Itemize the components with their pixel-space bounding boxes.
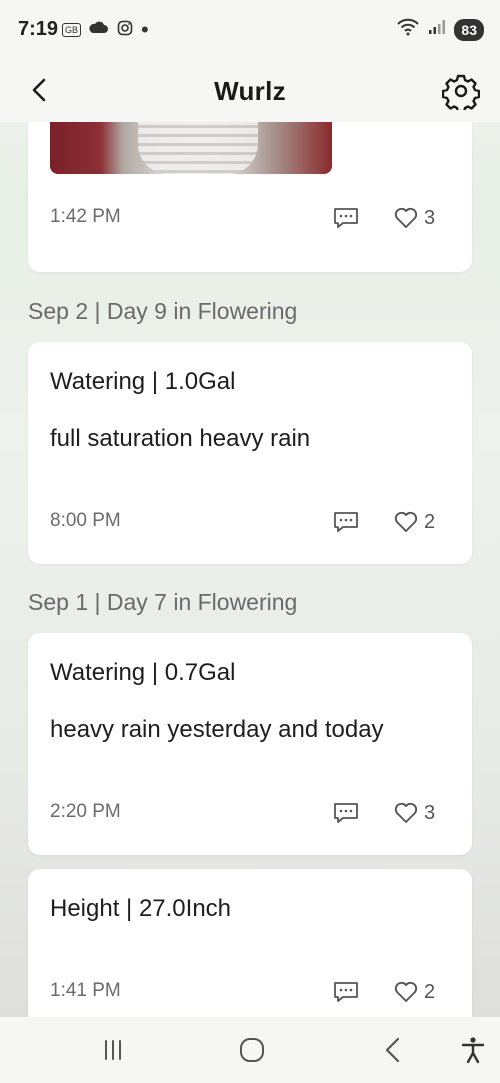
comment-icon [334, 208, 358, 228]
entry-time: 1:42 PM [50, 206, 121, 227]
page-title: Wurlz [214, 76, 286, 106]
nav-back-button[interactable] [378, 1035, 408, 1065]
comment-button[interactable] [333, 207, 359, 229]
heart-icon [394, 511, 418, 532]
like-button[interactable]: 2 [394, 980, 435, 1004]
signal-icon [428, 19, 446, 40]
accessibility-button[interactable] [458, 1035, 488, 1065]
comment-button[interactable] [333, 981, 359, 1003]
entry-note: heavy rain yesterday and today [50, 716, 384, 743]
entry-time: 2:20 PM [50, 801, 121, 822]
comment-button[interactable] [333, 511, 359, 533]
settings-button[interactable] [441, 72, 481, 114]
comment-icon [334, 803, 358, 823]
notification-icons: GB • [62, 16, 149, 42]
entry-title: Height | 27.0Inch [50, 895, 232, 922]
like-count: 3 [424, 206, 436, 229]
cloud-icon [89, 21, 109, 38]
home-button[interactable] [237, 1035, 267, 1065]
recent-apps-button[interactable] [98, 1035, 128, 1065]
like-count: 2 [424, 980, 436, 1003]
recents-icon [105, 1040, 121, 1060]
entry-note: full saturation heavy rain [50, 425, 311, 452]
day-header: Sep 2 | Day 9 in Flowering [28, 298, 298, 324]
comment-icon [334, 982, 358, 1002]
entry-title: Watering | 0.7Gal [50, 659, 236, 686]
heart-icon [394, 207, 418, 228]
entry-card[interactable]: Height | 27.0Inch 1:41 PM 2 [28, 869, 472, 1017]
day-header: Sep 1 | Day 7 in Flowering [28, 589, 298, 615]
status-time: 7:19 [18, 18, 59, 40]
entry-photo[interactable] [50, 122, 332, 174]
system-nav-bar [0, 1017, 500, 1083]
comment-button[interactable] [333, 802, 359, 824]
entry-card[interactable]: Watering | 1.0Gal full saturation heavy … [28, 342, 472, 564]
accessibility-icon [461, 1037, 485, 1064]
chevron-left-icon [385, 1037, 400, 1063]
dot-icon: • [141, 16, 149, 42]
like-button[interactable]: 2 [394, 510, 435, 534]
app-bar: Wurlz [0, 60, 500, 122]
like-button[interactable]: 3 [394, 206, 435, 230]
feed[interactable]: 1:42 PM 3 Sep 2 | Day 9 in Flowering Wat… [0, 122, 500, 1017]
entry-card[interactable]: 1:42 PM 3 [28, 122, 472, 272]
battery-icon: 83 [454, 18, 484, 41]
gb-icon: GB [62, 22, 82, 37]
like-count: 3 [424, 801, 436, 824]
heart-icon [394, 802, 418, 823]
home-icon [240, 1038, 264, 1062]
status-bar: 7:19 GB • 83 [0, 0, 500, 60]
wifi-icon [396, 18, 420, 41]
system-status-icons: 83 [396, 18, 484, 41]
entry-title: Watering | 1.0Gal [50, 368, 236, 395]
like-count: 2 [424, 510, 436, 533]
entry-card[interactable]: Watering | 0.7Gal heavy rain yesterday a… [28, 633, 472, 855]
like-button[interactable]: 3 [394, 801, 435, 825]
gear-icon [441, 74, 481, 114]
entry-time: 8:00 PM [50, 510, 121, 531]
entry-time: 1:41 PM [50, 980, 121, 1001]
comment-icon [334, 512, 358, 532]
instagram-icon [117, 20, 133, 39]
heart-icon [394, 981, 418, 1002]
